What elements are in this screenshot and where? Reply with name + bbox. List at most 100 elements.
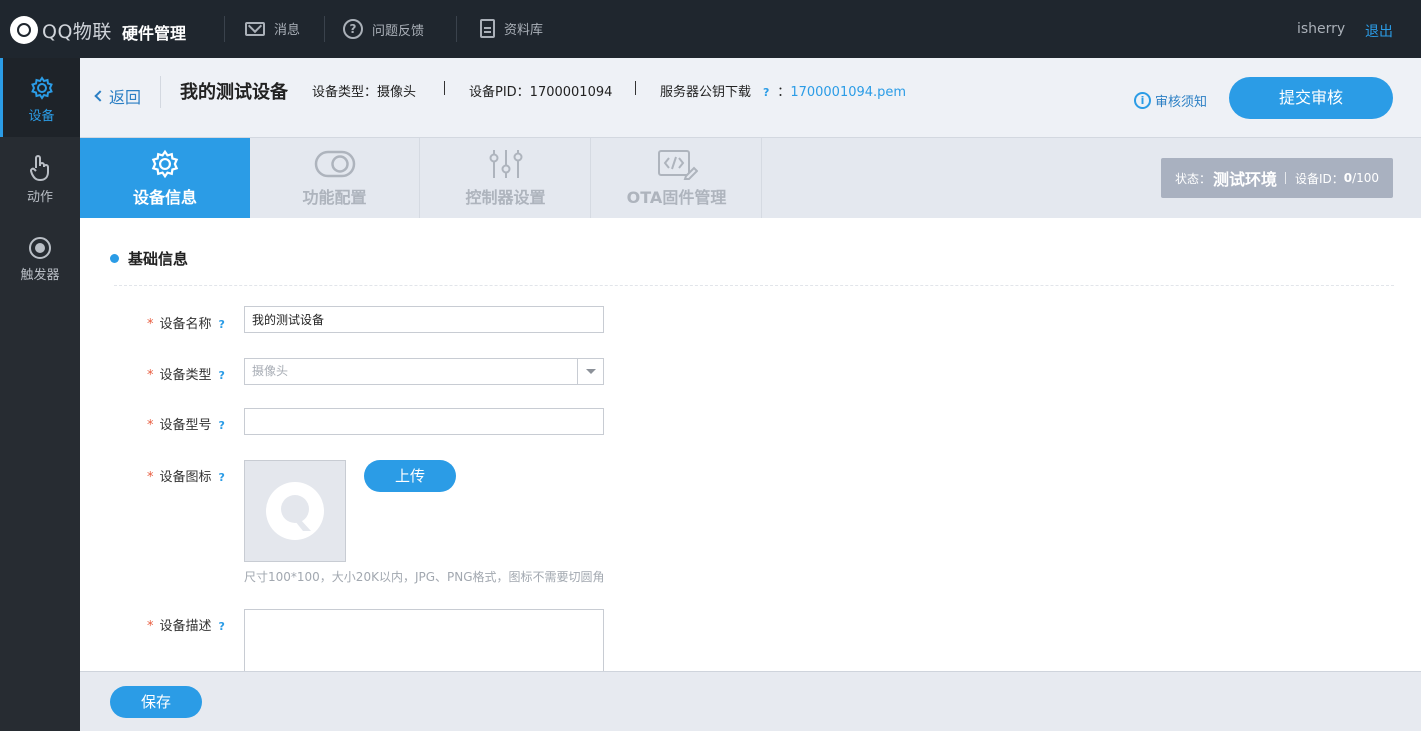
help-question-icon[interactable]: ? [219,318,225,331]
divider [324,16,325,42]
server-key-colon: ： [777,85,791,100]
device-model-label: * 设备型号? [147,414,225,433]
device-pid-meta: 设备PID：1700001094 [469,85,613,100]
divider [456,16,457,42]
device-header: 返回 我的测试设备 设备类型：摄像头 设备PID：1700001094 服务器公… [80,58,1421,138]
divider [444,81,445,95]
hand-pointer-icon [30,155,49,181]
device-description-textarea[interactable] [244,609,604,679]
divider [160,76,161,108]
user-name[interactable]: isherry [1297,21,1345,37]
nav-messages-label: 消息 [274,23,301,38]
device-type-value: 摄像头 [252,364,289,378]
device-id-label: 设备ID： [1294,171,1344,186]
status-badge: 状态： 测试环境 设备ID： 0/100 [1161,158,1393,198]
submit-review-button[interactable]: 提交审核 [1229,77,1393,119]
device-type-label-text: 设备类型 [159,368,212,383]
tab-bar: 设备信息 功能配置 控制器设置 OTA固件管理 状态： 测试环境 设备ID： 0… [80,138,1421,224]
sidebar-item-label: 动作 [26,190,53,205]
device-name-label-text: 设备名称 [159,317,212,332]
chevron-down-icon[interactable] [577,359,603,384]
device-name-input[interactable] [244,306,604,333]
sidebar-item-triggers[interactable]: 触发器 [0,218,80,297]
tab-label: 功能配置 [302,188,367,207]
audit-note-link[interactable]: i 审核须知 [1134,91,1207,110]
help-question-icon[interactable]: ? [219,471,225,484]
help-question-icon[interactable]: ? [759,86,773,100]
device-icon-label: * 设备图标? [147,466,225,485]
required-mark: * [147,368,154,383]
divider [1284,172,1286,184]
divider [635,81,636,95]
divider [114,285,1394,286]
device-description-label-text: 设备描述 [159,619,212,634]
device-info-panel: 基础信息 *设备名称? *设备类型? 摄像头 *设备型号? *设备图标? 上传 … [80,218,1421,679]
nav-messages[interactable]: 消息 [245,19,300,38]
device-icon-preview [244,460,346,562]
tab-label: 控制器设置 [465,188,546,207]
chevron-left-icon [94,90,106,102]
nav-library-label: 资料库 [504,23,544,38]
audit-note-label: 审核须知 [1155,95,1208,110]
gear-icon [30,76,53,100]
radio-target-icon [29,237,51,259]
device-type-select[interactable]: 摄像头 [244,358,604,385]
device-description-label: * 设备描述? [147,615,225,634]
mail-icon [245,21,265,36]
required-mark: * [147,317,154,332]
device-type-label: * 设备类型? [147,364,225,383]
server-key-label: 服务器公钥下载 [660,85,752,100]
help-question-icon[interactable]: ? [219,620,225,633]
pem-download-link[interactable]: 1700001094.pem [790,85,906,100]
back-link[interactable]: 返回 [94,84,141,108]
gear-icon [151,149,179,179]
qq-logo-placeholder-icon [266,482,324,540]
tab-controller-settings[interactable]: 控制器设置 [421,138,591,218]
status-value: 测试环境 [1212,170,1277,189]
device-type-meta: 设备类型：摄像头 [312,85,417,100]
device-model-label-text: 设备型号 [159,418,212,433]
required-mark: * [147,470,154,485]
code-edit-icon [657,150,698,180]
sidebar-item-actions[interactable]: 动作 [0,138,80,217]
tab-label: OTA固件管理 [626,188,727,207]
server-key-meta: 服务器公钥下载 ? ：1700001094.pem [660,81,906,100]
help-question-icon[interactable]: ? [219,419,225,432]
toggle-icon [314,150,355,178]
sidebar-item-label: 设备 [28,109,55,124]
device-id-total: /100 [1352,171,1380,185]
sidebar-item-label: 触发器 [20,268,60,283]
device-name-label: * 设备名称? [147,313,225,332]
app-title: 硬件管理 [122,24,187,43]
help-question-icon[interactable]: ? [219,369,225,382]
nav-feedback[interactable]: ? 问题反馈 [343,19,424,39]
help-circle-icon: ? [343,19,363,39]
sidebar: 设备 动作 触发器 [0,58,80,731]
info-icon: i [1134,92,1151,109]
device-id-value: 0 [1343,171,1353,185]
sliders-icon [489,150,522,178]
device-model-input[interactable] [244,408,604,435]
logout-link[interactable]: 退出 [1365,21,1393,41]
top-bar: QQ物联 硬件管理 消息 ? 问题反馈 资料库 isherry 退出 [0,0,1421,58]
divider [224,16,225,42]
tab-device-info[interactable]: 设备信息 [80,138,250,224]
save-button[interactable]: 保存 [110,686,202,718]
tab-label: 设备信息 [132,188,197,207]
footer-bar: 保存 [80,671,1421,731]
required-mark: * [147,418,154,433]
nav-library[interactable]: 资料库 [480,19,543,38]
qq-logo-icon [10,16,38,44]
tab-function-config[interactable]: 功能配置 [250,138,420,218]
status-label: 状态： [1174,171,1211,186]
brand-logo[interactable]: QQ物联 [10,16,112,44]
nav-feedback-label: 问题反馈 [372,23,425,39]
brand-name: QQ物联 [42,20,112,43]
device-title: 我的测试设备 [180,82,288,103]
required-mark: * [147,619,154,634]
upload-button[interactable]: 上传 [364,460,456,492]
section-title: 基础信息 [110,248,188,269]
tab-ota-firmware[interactable]: OTA固件管理 [592,138,762,218]
sidebar-item-devices[interactable]: 设备 [0,58,80,137]
icon-hint: 尺寸100*100，大小20K以内，JPG、PNG格式，图标不需要切圆角 [244,570,605,584]
